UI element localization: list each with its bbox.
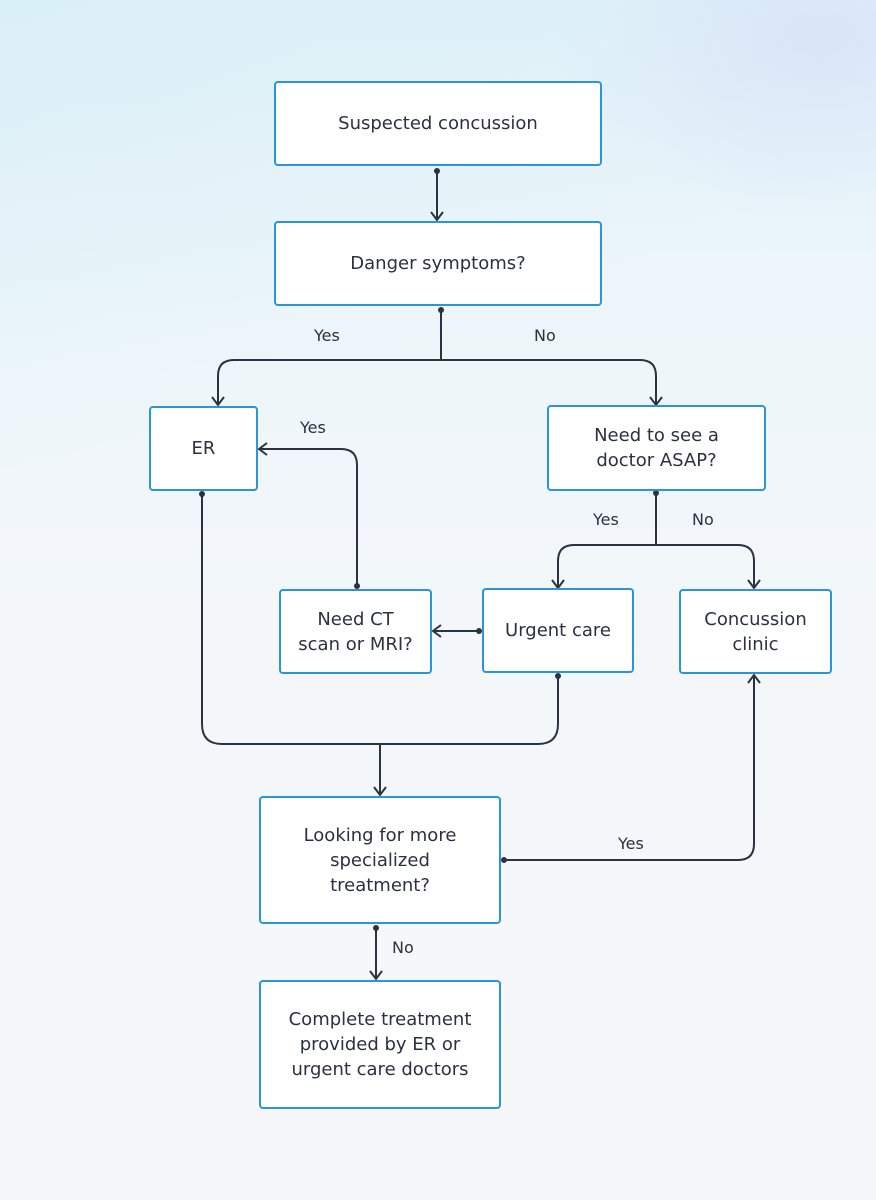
edge-label-ct-yes: Yes (300, 418, 326, 437)
node-label: Complete treatment provided by ER or urg… (288, 1009, 472, 1080)
node-suspected-concussion: Suspected concussion (274, 81, 602, 166)
node-label: Looking for more specialized treatment? (303, 824, 457, 896)
edge-danger-split (211, 307, 663, 407)
node-need-doctor-asap: Need to see a doctor ASAP? (547, 405, 766, 491)
edge-specialized-to-complete (369, 925, 383, 981)
node-label: Suspected concussion (338, 113, 538, 134)
edge-asap-split (551, 490, 761, 590)
edge-label-danger-yes: Yes (314, 326, 340, 345)
node-complete-treatment: Complete treatment provided by ER or urg… (259, 980, 501, 1109)
node-label: Danger symptoms? (350, 253, 526, 274)
node-label: Urgent care (505, 620, 611, 641)
node-specialized-treatment: Looking for more specialized treatment? (259, 796, 501, 924)
edge-label-danger-no: No (534, 326, 556, 345)
edge-ct-to-er (257, 442, 360, 589)
edge-urgent-to-ct (431, 624, 482, 638)
node-label: Concussion clinic (704, 608, 807, 655)
node-er: ER (149, 406, 258, 491)
node-label: Need CT scan or MRI? (298, 608, 413, 655)
edge-label-asap-yes: Yes (593, 510, 619, 529)
node-label: ER (191, 438, 216, 459)
edge-label-specialized-yes: Yes (618, 834, 644, 853)
node-danger-symptoms: Danger symptoms? (274, 221, 602, 306)
edge-label-specialized-no: No (392, 938, 414, 957)
node-concussion-clinic: Concussion clinic (679, 589, 832, 674)
node-need-ct-mri: Need CT scan or MRI? (279, 589, 432, 674)
edge-label-asap-no: No (692, 510, 714, 529)
node-label: Need to see a doctor ASAP? (594, 425, 719, 471)
node-urgent-care: Urgent care (482, 588, 634, 673)
edge-suspected-to-danger (430, 168, 444, 222)
